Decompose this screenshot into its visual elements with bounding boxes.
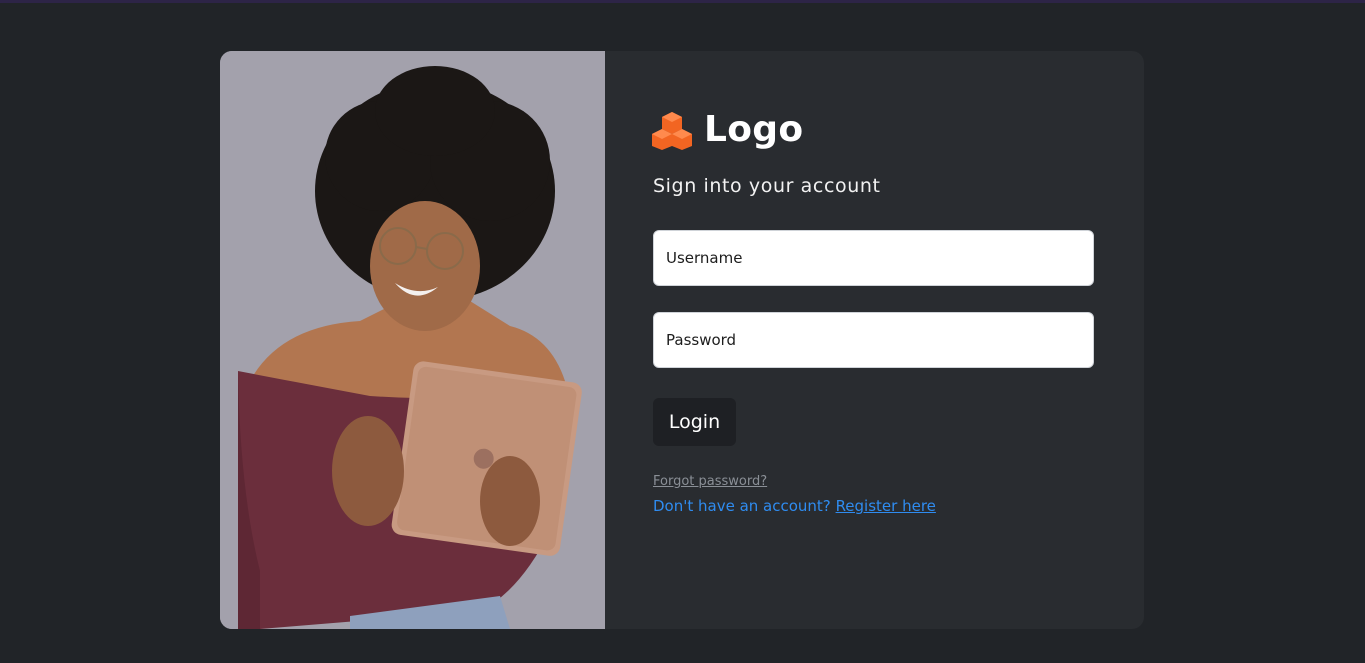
register-prompt-text: Don't have an account?: [653, 497, 831, 515]
password-input[interactable]: [653, 312, 1094, 368]
login-button[interactable]: Login: [653, 398, 736, 446]
login-card: Logo Sign into your account Login Forgot…: [220, 51, 1144, 629]
register-prompt: Don't have an account? Register here: [653, 497, 936, 515]
username-input[interactable]: [653, 230, 1094, 286]
top-accent-bar: [0, 0, 1365, 3]
page-subtitle: Sign into your account: [653, 175, 881, 197]
brand: Logo: [652, 109, 803, 150]
brand-name: Logo: [704, 109, 804, 150]
hero-photo: [220, 51, 605, 629]
cubes-icon: [652, 111, 692, 150]
login-form-panel: Logo Sign into your account Login Forgot…: [605, 51, 1144, 629]
register-link[interactable]: Register here: [836, 497, 936, 515]
woman-with-tablet-illustration: [220, 51, 605, 629]
forgot-password-link[interactable]: Forgot password?: [653, 474, 767, 489]
